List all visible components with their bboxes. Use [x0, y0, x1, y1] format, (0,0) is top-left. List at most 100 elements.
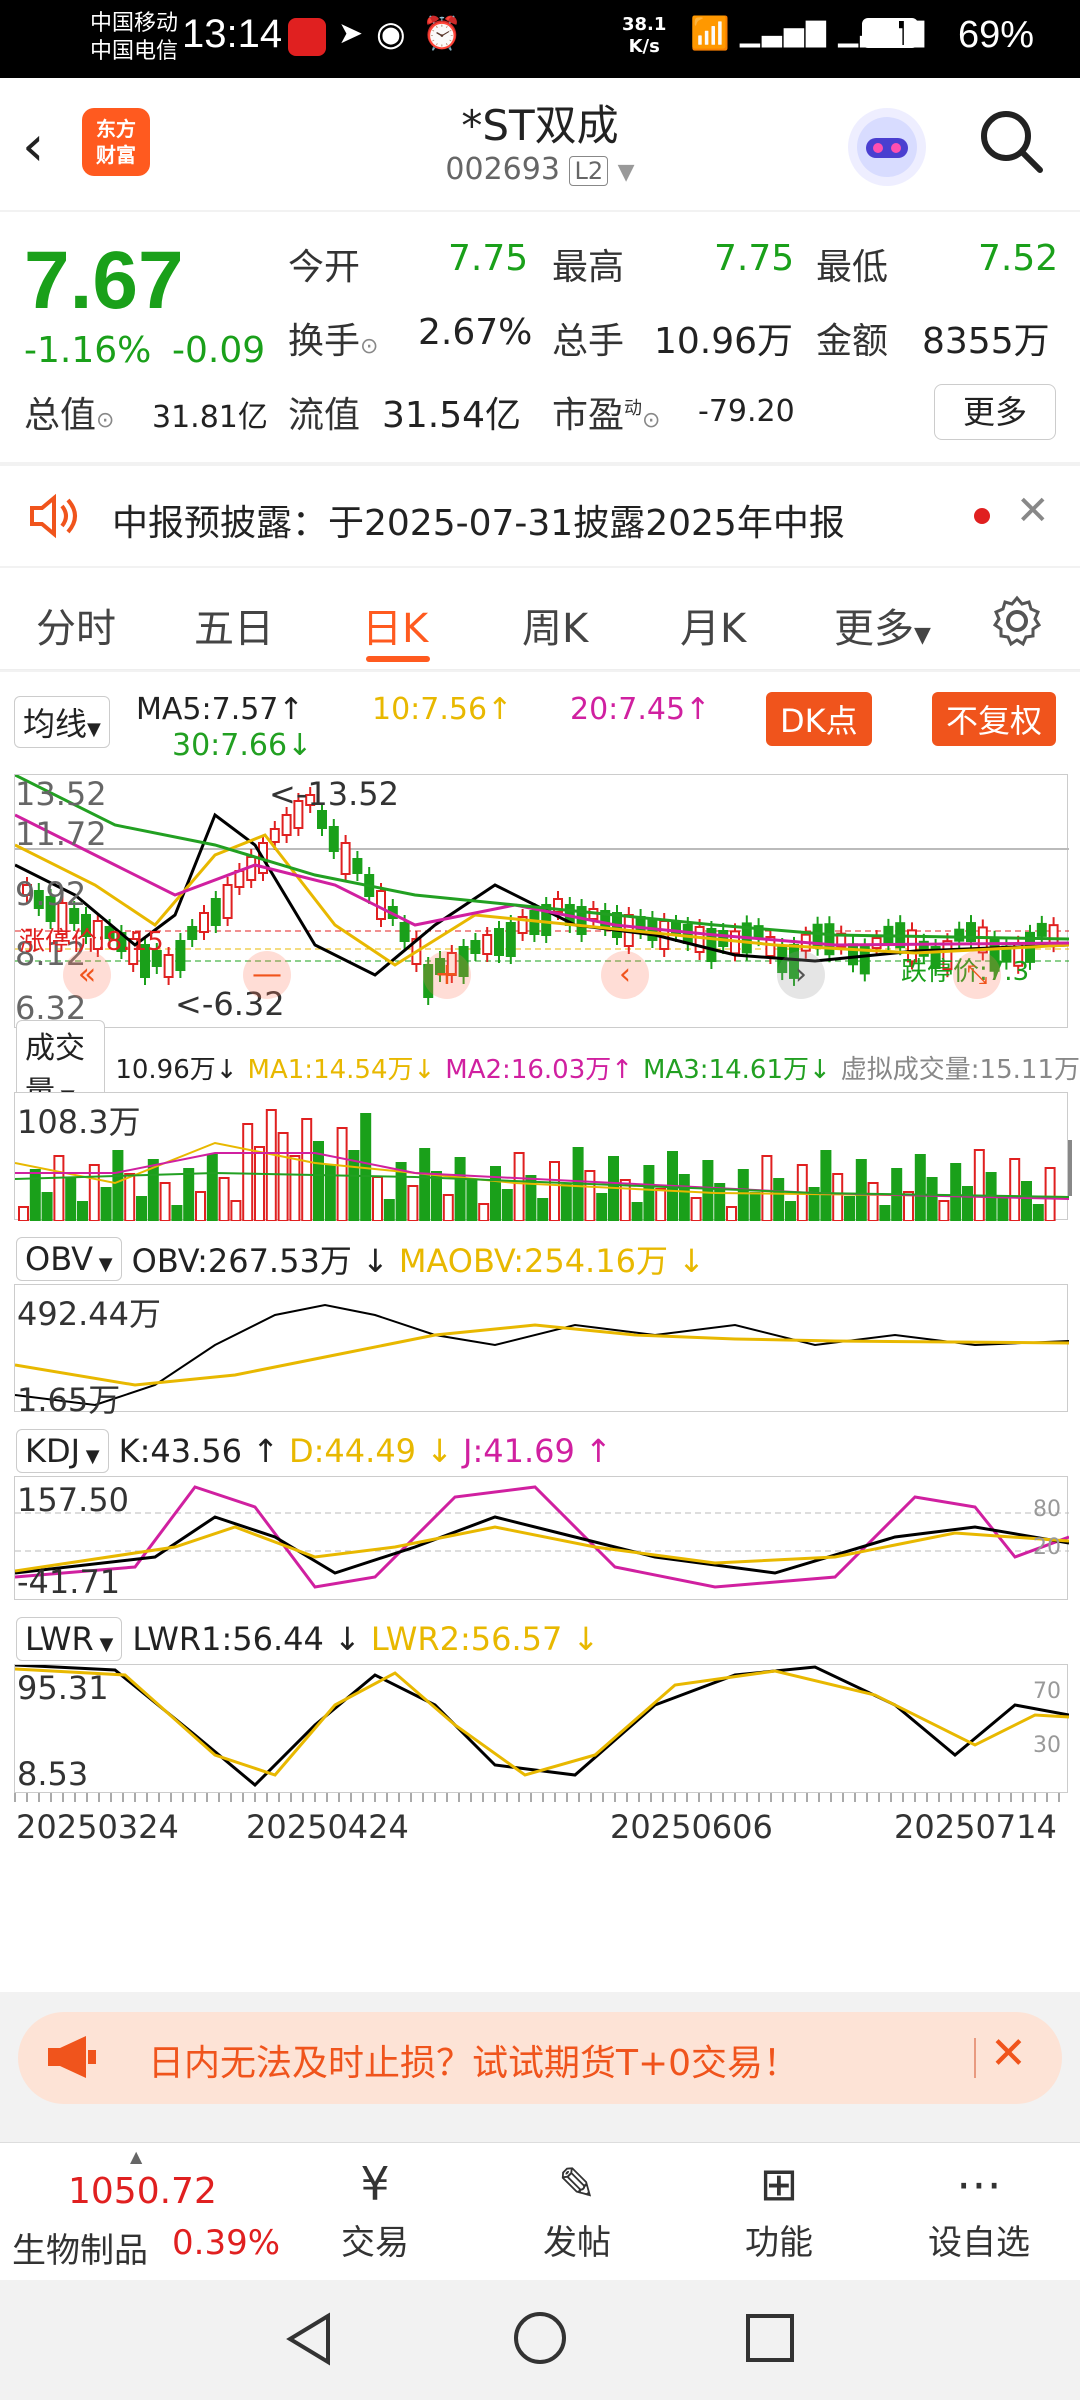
lwr-chart [15, 1665, 1069, 1788]
back-triangle-icon[interactable] [284, 2312, 334, 2370]
tab-weekly-k[interactable]: 周K [522, 596, 588, 654]
no-adjust-button[interactable]: 不复权 [932, 692, 1057, 746]
volume-bar [171, 1205, 183, 1221]
tab-daily-k[interactable]: 日K [362, 596, 428, 654]
tab-more[interactable]: 更多▼ [834, 596, 931, 654]
kdj-d: D:44.49 ↓ [289, 1432, 454, 1470]
scroll-first-icon[interactable]: « [63, 951, 111, 999]
ma-select[interactable]: 均线▼ [14, 696, 110, 748]
robot-avatar[interactable] [848, 108, 926, 186]
volume-bar [478, 1203, 490, 1221]
obv-panel[interactable]: 492.44万 1.65万 [14, 1284, 1069, 1419]
volume-bar [18, 1206, 29, 1221]
lwr-panel[interactable]: 95.31 8.53 70 30 [14, 1664, 1069, 1793]
more-button[interactable]: 更多 [934, 384, 1056, 440]
volume-bar [537, 1198, 549, 1221]
kdj-y-min: -41.71 [17, 1563, 121, 1601]
alarm-icon: ⏰ [422, 14, 462, 52]
volume-bar [596, 1193, 608, 1221]
volume-bar [124, 1173, 136, 1221]
open-value: 7.75 [448, 238, 529, 279]
edit-icon: ✎ [557, 2157, 597, 2211]
gear-icon[interactable] [990, 594, 1044, 652]
volume-bar [289, 1155, 301, 1221]
recents-square-icon[interactable] [746, 2314, 794, 2362]
obv-chart [15, 1303, 1069, 1407]
volume-bar [973, 1149, 985, 1221]
volume-panel[interactable]: 108.3万 [14, 1092, 1069, 1221]
volume-bar [914, 1154, 926, 1221]
tab-five-day[interactable]: 五日 [194, 596, 274, 654]
candle-body [954, 928, 965, 942]
lwr-select-label: LWR [25, 1620, 94, 1658]
caret-down-icon: ▼ [80, 1446, 100, 1467]
zoom-in-icon[interactable]: + [423, 951, 471, 999]
nav-trade-label: 交易 [341, 2223, 409, 2263]
volume-bar [383, 1199, 395, 1221]
lwr1-line [15, 1665, 1069, 1788]
index-value[interactable]: 1050.72 [68, 2171, 217, 2212]
close-icon[interactable]: ✕ [990, 2028, 1027, 2079]
net-speed-unit: K/s [628, 36, 660, 57]
volume-bar [277, 1132, 289, 1221]
ma20-label: 20:7.45↑ [570, 692, 711, 727]
volume-bar [820, 1150, 832, 1221]
speaker-icon [26, 490, 78, 546]
volume-bar [454, 1157, 466, 1221]
kdj-k: K:43.56 ↑ [118, 1432, 279, 1470]
volume-bar [65, 1178, 77, 1221]
obv-select[interactable]: OBV ▼ [16, 1237, 122, 1281]
lwr2-line [15, 1667, 1069, 1777]
zoom-out-icon[interactable]: — [243, 951, 291, 999]
date-2: 20250424 [246, 1808, 409, 1846]
eye-icon: ◉ [376, 14, 406, 54]
volume-bar [549, 1161, 560, 1221]
nav-add-watchlist[interactable]: ⋯ 设自选 [904, 2153, 1054, 2264]
low-value: 7.52 [978, 238, 1059, 279]
volume-bar [631, 1202, 643, 1221]
dk-point-button[interactable]: DK点 [766, 692, 872, 746]
candle-body [222, 884, 233, 919]
volume-value: 10.96万 [654, 321, 794, 362]
tab-minute[interactable]: 分时 [36, 596, 116, 654]
nav-functions[interactable]: ⊞ 功能 [704, 2153, 854, 2264]
volume-bar [513, 1152, 525, 1221]
volume-bar [159, 1182, 171, 1221]
lwr-y-min: 8.53 [17, 1755, 89, 1793]
kdj-select[interactable]: KDJ ▼ [16, 1429, 109, 1473]
level-badge: L2 [569, 156, 609, 186]
nav-post[interactable]: ✎ 发帖 [502, 2153, 652, 2264]
close-icon[interactable]: ✕ [1016, 488, 1050, 534]
system-nav-bar [0, 2282, 1080, 2400]
fullscreen-icon[interactable]: ⤡ [953, 951, 1001, 999]
promo-banner[interactable]: 日内无法及时止损？试试期货T+0交易！ ✕ [18, 2012, 1062, 2104]
lwr-select[interactable]: LWR ▼ [16, 1617, 123, 1661]
scroll-left-icon[interactable]: ‹ [601, 951, 649, 999]
tab-monthly-k[interactable]: 月K [680, 596, 746, 654]
volume-bar [761, 1155, 773, 1221]
info-icon[interactable]: ⊙ [96, 408, 114, 433]
amount-value: 8355万 [922, 321, 1050, 362]
notice-bar[interactable]: 中报预披露：于2025-07-31披露2025年中报 ✕ [0, 466, 1080, 566]
kdj-y-max: 157.50 [17, 1481, 129, 1519]
volume-label: 总手 [552, 321, 625, 362]
ma30-label: 30:7.66↓ [172, 728, 313, 763]
scroll-right-icon[interactable]: › [777, 951, 825, 999]
kdj-panel[interactable]: 157.50 -41.71 80 20 [14, 1476, 1069, 1601]
volume-bar [53, 1155, 65, 1221]
volume-bar [702, 1160, 714, 1221]
kdj-k-line [15, 1515, 1069, 1575]
unread-dot [974, 508, 990, 524]
volume-bar [832, 1173, 844, 1221]
search-icon[interactable] [976, 106, 1046, 180]
info-icon[interactable]: ⊙ [360, 334, 378, 359]
volume-bar [419, 1148, 431, 1221]
home-circle-icon[interactable] [514, 2312, 566, 2364]
nav-trade[interactable]: ¥ 交易 [300, 2153, 450, 2264]
info-icon[interactable]: ⊙ [642, 408, 660, 433]
net-speed: 38.1 K/s [622, 14, 666, 58]
index-name[interactable]: 生物制品 [12, 2223, 148, 2272]
kdj-ref-low: 20 [1033, 1535, 1061, 1560]
volume-bar [501, 1189, 513, 1221]
kline-panel[interactable]: 13.52 11.72 9.92 8.12 6.32 <-13.52 <-6.3… [14, 774, 1069, 1028]
